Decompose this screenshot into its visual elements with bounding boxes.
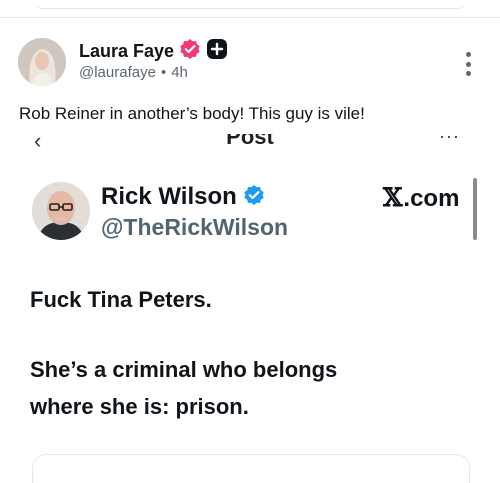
embedded-screenshot[interactable]: ‹ Post ··· Rick Wilson @TheRickWilson 𝕏 … <box>0 134 500 483</box>
dot <box>465 61 471 67</box>
author-meta: @laurafaye • 4h <box>79 64 188 81</box>
verified-badge-icon <box>179 38 201 65</box>
post-timestamp[interactable]: 4h <box>171 64 188 81</box>
dot <box>465 71 471 76</box>
embedded-tweet-line: She’s a criminal who belongs <box>30 357 338 382</box>
embedded-tweet-line: Fuck Tina Peters. <box>30 287 212 312</box>
avatar[interactable] <box>18 38 66 86</box>
embedded-tweet-line: where she is: prison. <box>30 394 249 419</box>
author-handle[interactable]: @laurafaye <box>79 64 156 81</box>
source-watermark: 𝕏 .com <box>383 183 459 213</box>
embedded-avatar <box>32 182 90 240</box>
embedded-author-name: Rick Wilson <box>101 183 237 210</box>
source-label: .com <box>403 185 460 212</box>
post-text: Rob Reiner in another’s body! This guy i… <box>19 104 365 123</box>
previous-post-edge <box>0 0 500 18</box>
avatar-photo <box>18 38 66 86</box>
meta-separator: • <box>160 64 167 81</box>
x-logo-icon: 𝕏 <box>383 183 403 212</box>
more-horizontal-icon: ··· <box>439 134 460 146</box>
author-name[interactable]: Laura Faye <box>79 41 174 62</box>
dot <box>465 52 471 57</box>
verified-badge-icon <box>243 184 265 211</box>
scrollbar <box>473 178 477 240</box>
subscriber-plus-icon <box>206 38 228 65</box>
embedded-nav-title: Post <box>226 134 274 149</box>
previous-card-edge <box>34 0 466 9</box>
more-vertical-icon[interactable] <box>464 52 472 76</box>
quoted-card-edge <box>32 454 470 483</box>
embedded-avatar-photo <box>32 182 90 240</box>
divider <box>0 17 500 18</box>
embedded-author-handle: @TheRickWilson <box>101 214 289 240</box>
author-name-row: Laura Faye <box>79 38 228 65</box>
embedded-author-row: Rick Wilson <box>101 183 265 211</box>
embedded-nav-bar: ‹ Post ··· <box>0 134 500 154</box>
